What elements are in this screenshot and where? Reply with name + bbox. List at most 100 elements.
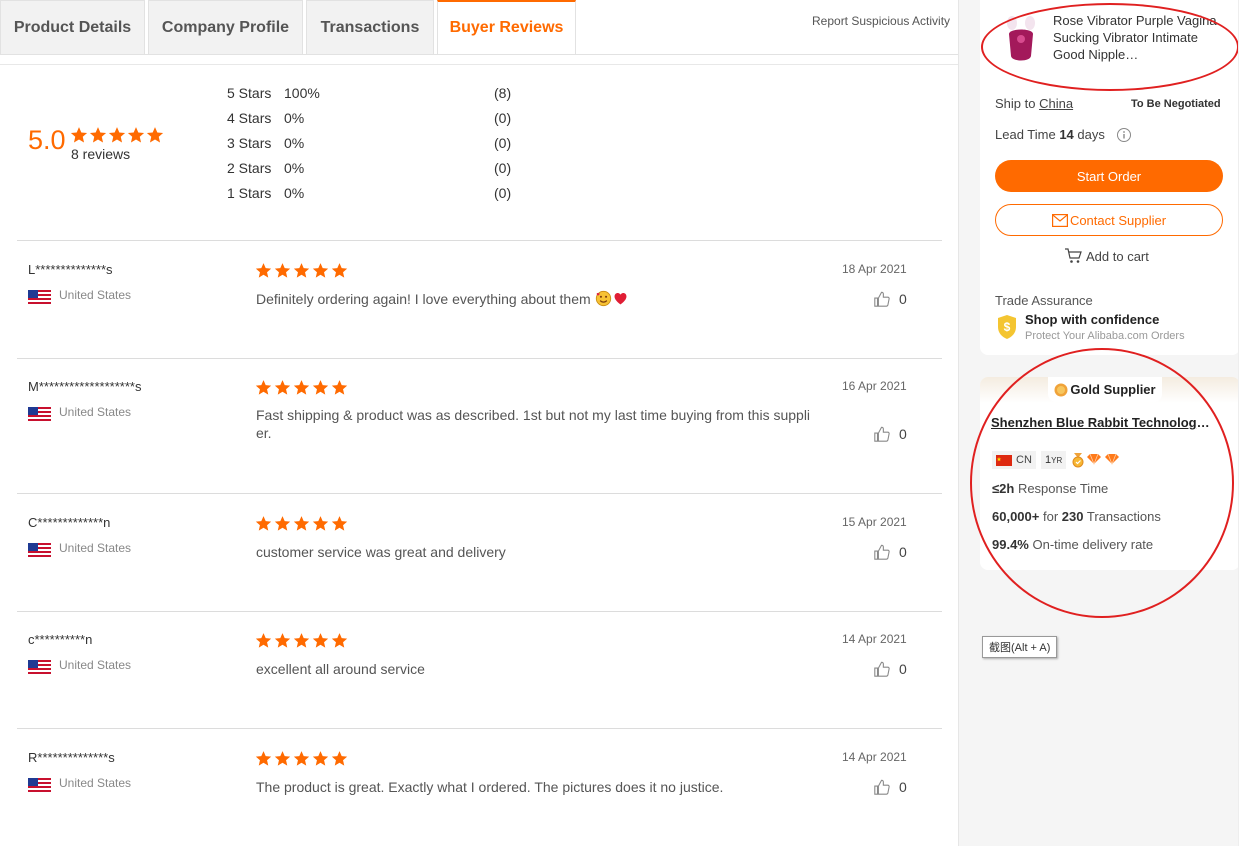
reviewer-name: M*******************s [28,379,142,394]
lead-time-value: 14 [1059,127,1074,142]
star-icon [274,751,291,766]
thumbs-up-icon [874,291,890,307]
order-card: Rose Vibrator Purple Vagina Sucking Vibr… [980,0,1239,355]
star-icon [70,127,88,143]
review-date: 14 Apr 2021 [842,632,907,646]
thumbs-up-icon [874,544,890,560]
reviewer-country: United States [59,776,132,790]
like-button[interactable]: 0 [873,425,907,443]
content-border [0,64,958,65]
diamond-icon [1087,453,1101,465]
star-icon [312,263,329,278]
star-icon [274,516,291,531]
reviewer-country: United States [59,405,132,419]
like-button[interactable]: 0 [873,290,907,308]
start-order-button[interactable]: Start Order [995,160,1223,192]
us-flag-icon [28,407,51,422]
delivery-rate: 99.4% On-time delivery rate [992,537,1153,552]
transactions-value: 60,000+ [992,509,1040,524]
review-star-rating [255,515,348,532]
star-icon [312,516,329,531]
svg-text:$: $ [1004,320,1011,334]
reviewer-country: United States [59,658,132,672]
main-content: Product Details Company Profile Transact… [0,0,958,846]
response-time-label: Response Time [1017,481,1109,496]
reviewer-name: c**********n [28,632,93,647]
star-icon [293,263,310,278]
review-text-content: Definitely ordering again! I love everyt… [256,291,591,307]
us-flag-icon [28,543,51,558]
tab-buyer-reviews[interactable]: Buyer Reviews [437,0,576,54]
like-count: 0 [899,779,907,795]
diamond-icon [1105,453,1119,465]
trade-assurance-label: Trade Assurance [995,293,1093,308]
sidebar: Rose Vibrator Purple Vagina Sucking Vibr… [958,0,1239,846]
trade-assurance-shield-icon: $ [998,315,1016,339]
reviewer-name: R**************s [28,750,115,765]
distribution-label: 2 Stars [227,160,272,176]
tab-company-profile[interactable]: Company Profile [148,0,303,54]
report-suspicious-activity-link[interactable]: Report Suspicious Activity [812,14,950,28]
add-to-cart-button[interactable]: Add to cart [1064,248,1149,264]
thumbs-up-icon [874,426,890,442]
star-icon [312,380,329,395]
review-divider [17,493,942,494]
like-button[interactable]: 0 [873,778,907,796]
distribution-count: (0) [494,185,512,201]
star-icon [274,633,291,648]
review-text: Fast shipping & product was as described… [256,407,811,441]
envelope-icon [1051,213,1068,227]
add-to-cart-label: Add to cart [1086,248,1149,264]
tab-product-details[interactable]: Product Details [0,0,145,54]
trade-assurance-subtitle: Protect Your Alibaba.com Orders [1025,330,1185,342]
review-divider [17,611,942,612]
thumbs-up-icon [874,779,890,795]
reviewer-name: L**************s [28,262,113,277]
ship-to-label: Ship to China [995,96,1073,111]
like-count: 0 [899,291,907,307]
distribution-label: 3 Stars [227,135,272,151]
us-flag-icon [28,778,51,793]
tab-transactions[interactable]: Transactions [306,0,434,54]
star-icon [293,633,310,648]
product-title[interactable]: Rose Vibrator Purple Vagina Sucking Vibr… [1053,12,1223,63]
reviewer-name: C*************n [28,515,111,530]
star-icon [108,127,126,143]
shipping-cost: To Be Negotiated [1131,98,1221,110]
summary-star-rating [70,126,164,144]
contact-supplier-label: Contact Supplier [1069,212,1167,228]
lead-time: Lead Time 14 days [995,127,1105,142]
tab-underline [0,54,958,55]
star-icon [312,751,329,766]
verified-medal-icon [1072,453,1084,468]
years-unit: YR [1051,455,1063,465]
like-button[interactable]: 0 [873,660,907,678]
review-count: 8 reviews [71,146,131,162]
info-icon[interactable] [1116,127,1132,143]
distribution-count: (0) [494,160,512,176]
ship-to-text: Ship to [995,96,1036,111]
star-icon [255,380,272,395]
response-time-value: ≤2h [992,481,1015,496]
gold-coin-icon [1054,383,1068,396]
reviewer-country: United States [59,541,132,555]
review-divider [17,358,942,359]
star-icon [127,127,145,143]
star-icon [293,516,310,531]
trade-assurance-title: Shop with confidence [1025,312,1160,327]
like-button[interactable]: 0 [873,543,907,561]
review-text: excellent all around service [256,661,425,677]
star-icon [255,263,272,278]
star-icon [255,633,272,648]
product-thumbnail[interactable] [1000,14,1042,64]
star-icon [146,127,164,143]
contact-supplier-button[interactable]: Contact Supplier [995,204,1223,236]
red-heart-icon [614,292,626,305]
review-text: The product is great. Exactly what I ord… [256,779,724,795]
delivery-rate-value: 99.4% [992,537,1029,552]
distribution-percent: 100% [284,85,320,101]
ship-to-country-link[interactable]: China [1039,96,1073,111]
gold-supplier-badge: Gold Supplier [1048,377,1162,402]
supplier-name-link[interactable]: Shenzhen Blue Rabbit Technology Co., Ltd… [991,415,1215,430]
review-star-rating [255,262,348,279]
